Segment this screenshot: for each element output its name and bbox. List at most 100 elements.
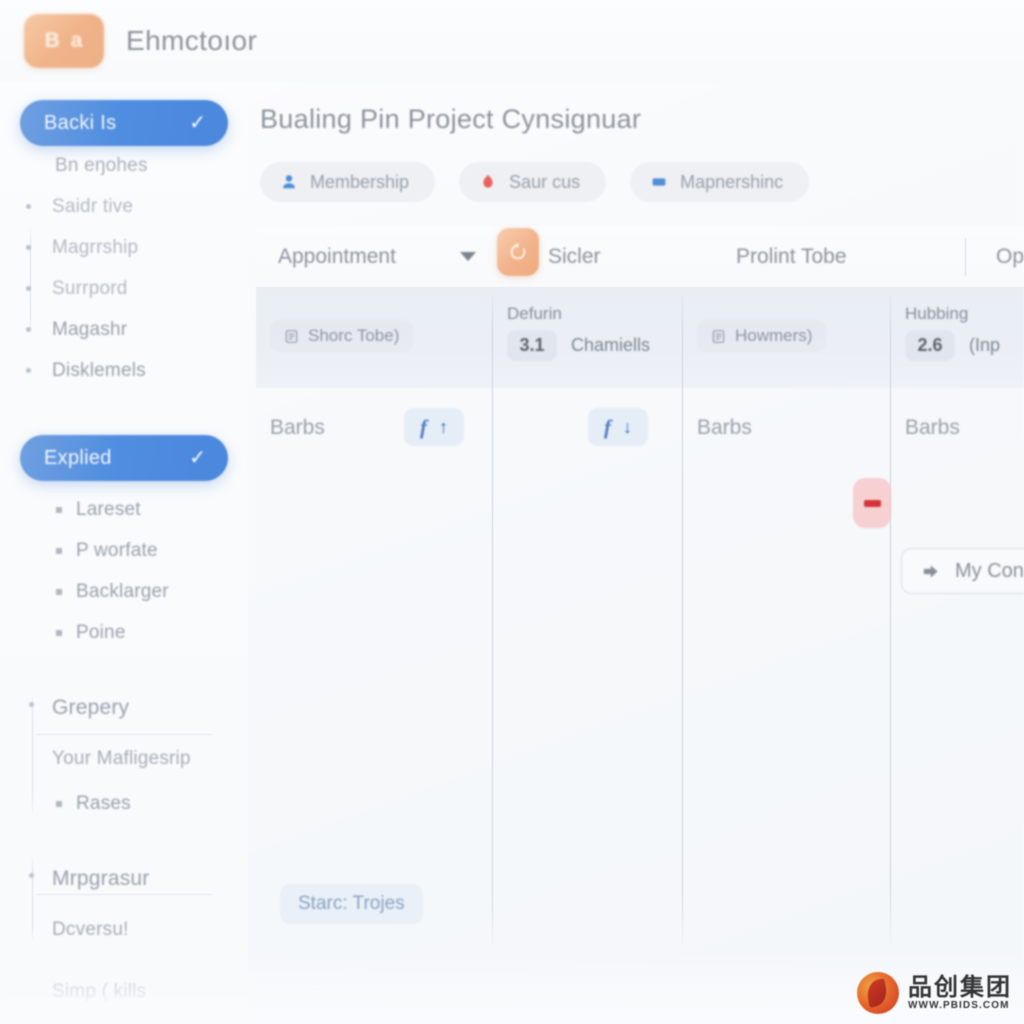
- chip-label: Saur cus: [509, 171, 581, 192]
- sidebar-item-label: Poine: [76, 621, 126, 643]
- column-defurin: Defurin 3.1 Chamiells f ↓: [493, 288, 891, 1024]
- toolbar-label-sicler[interactable]: Sicler: [548, 245, 601, 269]
- bullet-dot-icon: [26, 286, 31, 291]
- sidebar-group-grepery-label: Grepery: [52, 696, 130, 719]
- sidebar-item-surrpord[interactable]: Surrpord: [0, 268, 248, 309]
- bullet-dot-icon: [26, 368, 31, 373]
- chip-saurcus[interactable]: Saur cus: [459, 162, 607, 202]
- tag-badge-f-up[interactable]: f ↑: [404, 408, 464, 446]
- metric-badge: 2.6: [905, 330, 955, 361]
- sidebar-item-magrrship[interactable]: Magrrship: [0, 227, 248, 268]
- bullet-dot-icon: [26, 204, 31, 209]
- chip-membership[interactable]: Membership: [260, 162, 436, 202]
- chip-row: Membership Saur cus Mapnershinc: [260, 162, 810, 202]
- chevron-down-icon: [459, 252, 476, 261]
- chip-label: Mapnershinc: [680, 171, 784, 192]
- column-howmers: Howmers) Barbs: [683, 288, 891, 1024]
- sidebar-group-backlis[interactable]: Backi Is ✓: [20, 100, 228, 146]
- app-title: Ehmctoıor: [126, 25, 258, 56]
- bullet-square-icon: [56, 629, 62, 636]
- column-grid: Shorc Tobe) Barbs f ↑ Starc: Trojes Defu…: [256, 288, 1024, 1024]
- sidebar-caption-grepery: Your Mafligesrip: [52, 748, 191, 769]
- sidebar-group-mrpgrasur-label: Mrpgrasur: [52, 867, 150, 890]
- person-icon: [283, 175, 295, 189]
- sidebar-group-backlis-label: Backi Is: [44, 111, 117, 134]
- pbids-logo-icon: [857, 972, 899, 1014]
- status-chip-starc-trojes[interactable]: Starc: Trojes: [280, 884, 423, 924]
- page-title: Bualing Pin Project Cynsignuar: [260, 104, 642, 134]
- chip-label: Membership: [310, 171, 410, 192]
- bullet-square-icon: [56, 506, 62, 513]
- my-con-button-label: My Con: [955, 559, 1024, 582]
- logo-glyph-left: B: [44, 29, 61, 52]
- watermark-url: WWW.PBIDS.COM: [908, 999, 1010, 1011]
- main-panel: Bualing Pin Project Cynsignuar Membershi…: [248, 82, 1024, 1024]
- sidebar-item-magashr[interactable]: Magashr: [0, 309, 248, 350]
- top-bar: B a Ehmctoıor: [0, 0, 1024, 82]
- column-header-subtitle: Chamiells: [571, 335, 651, 355]
- sidebar-item-label: Rases: [76, 792, 131, 814]
- toolbar-divider: [965, 238, 966, 276]
- app-root: B a Ehmctoıor Backi Is ✓ Bn eŋohes Saidr…: [0, 0, 1024, 1024]
- sidebar-item-disklemels[interactable]: Disklemels: [0, 350, 248, 391]
- refresh-icon: [510, 243, 526, 260]
- arrow-down-icon: ↓: [623, 416, 632, 437]
- bullet-square-icon: [56, 588, 62, 595]
- check-icon: ✓: [189, 112, 206, 134]
- sidebar-item-dcversu[interactable]: Dcversu!: [0, 906, 248, 954]
- f-mark-label: f: [420, 414, 427, 439]
- watermark-text: 品创集团 WWW.PBIDS.COM: [908, 973, 1012, 1011]
- sidebar-item-pworfate[interactable]: P worfate: [0, 530, 248, 571]
- app-logo[interactable]: B a: [24, 14, 104, 68]
- column-header-title: Defurin: [507, 304, 562, 323]
- column-header-hubbing: Hubbing 2.6 (Inp: [905, 304, 1000, 361]
- my-con-button[interactable]: My Con: [901, 548, 1024, 594]
- appointment-select[interactable]: Appointment: [278, 245, 476, 269]
- list-icon: [712, 329, 725, 343]
- column-header-chip-shorc-tobe[interactable]: Shorc Tobe): [270, 320, 414, 352]
- sidebar-item-saidrtive[interactable]: Saidr tive: [0, 186, 248, 227]
- column-header-label: Howmers): [735, 326, 813, 345]
- sidebar-item-lareset[interactable]: Lareset: [0, 489, 248, 530]
- sidebar-item-poine[interactable]: Poine: [0, 612, 248, 653]
- row-label-barbs: Barbs: [697, 416, 752, 439]
- list-icon: [285, 329, 298, 343]
- chip-mapnershinc[interactable]: Mapnershinc: [630, 162, 810, 202]
- arrow-right-icon: [923, 564, 938, 578]
- sidebar-item-label: Lareset: [76, 498, 141, 520]
- sidebar-item-label: Backlarger: [76, 580, 169, 602]
- sidebar-subtitle-backlis: Bn eŋohes: [55, 155, 148, 176]
- tag-badge-f-down[interactable]: f ↓: [588, 408, 648, 446]
- sidebar-group-mrpgrasur[interactable]: Mrpgrasur: [0, 852, 248, 906]
- sidebar-item-label: Surrpord: [52, 277, 128, 299]
- appointment-select-value: Appointment: [278, 244, 396, 268]
- refresh-button[interactable]: [497, 228, 539, 276]
- column-header-subtitle: (Inp: [969, 335, 1001, 355]
- row-label-barbs: Barbs: [270, 416, 325, 439]
- sidebar-group-grepery[interactable]: Grepery: [0, 681, 248, 735]
- metric-badge: 3.1: [507, 330, 557, 361]
- column-header-chip-howmers[interactable]: Howmers): [697, 320, 827, 352]
- bullet-dot-icon: [26, 327, 31, 332]
- watermark-company: 品创集团: [908, 973, 1012, 1001]
- sidebar-group-explied-label: Explied: [44, 446, 112, 469]
- toolbar: Appointment Sicler Prolint Tobe Oplu: [256, 226, 1024, 288]
- toolbar-label-prolint-tobe[interactable]: Prolint Tobe: [736, 245, 847, 269]
- sidebar-item-simpkills[interactable]: Simp ( kills: [0, 968, 248, 1016]
- check-icon: ✓: [189, 447, 206, 469]
- watermark: 品创集团 WWW.PBIDS.COM: [857, 972, 1012, 1014]
- toolbar-label-oplu[interactable]: Oplu: [996, 245, 1024, 269]
- column-header-title: Hubbing: [905, 304, 969, 323]
- sidebar-item-label: Saidr tive: [52, 195, 134, 217]
- bullet-dot-icon: [29, 873, 34, 878]
- sidebar-item-label: Magashr: [52, 318, 128, 340]
- row-label-barbs: Barbs: [905, 416, 960, 439]
- f-mark-label: f: [604, 414, 611, 439]
- sidebar-item-backlarger[interactable]: Backlarger: [0, 571, 248, 612]
- sidebar-group-explied[interactable]: Explied ✓: [20, 435, 228, 481]
- column-header-defurin: Defurin 3.1 Chamiells: [507, 304, 650, 361]
- bullet-square-icon: [56, 547, 62, 554]
- sidebar: Backi Is ✓ Bn eŋohes Saidr tive Magrrshi…: [0, 82, 248, 1024]
- status-chip-label: Starc: Trojes: [298, 893, 405, 914]
- sidebar-item-rases[interactable]: Rases: [0, 783, 248, 824]
